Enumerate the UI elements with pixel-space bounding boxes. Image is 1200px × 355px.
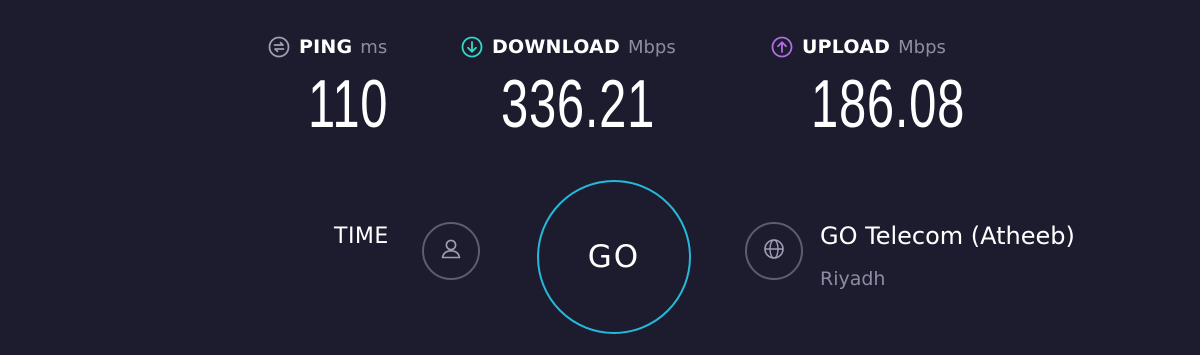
ping-value: 110: [308, 66, 389, 142]
globe-icon: [761, 236, 787, 266]
go-button[interactable]: GO: [537, 180, 691, 334]
user-button[interactable]: [422, 222, 480, 280]
upload-unit: Mbps: [898, 36, 946, 58]
ping-icon: [268, 36, 290, 58]
upload-metric: UPLOAD Mbps 186.08: [771, 34, 964, 142]
upload-label: UPLOAD: [802, 36, 891, 58]
download-value: 336.21: [501, 66, 656, 142]
ping-label: PING: [299, 36, 353, 58]
ping-header: PING ms: [268, 34, 387, 60]
go-label: GO: [587, 239, 641, 275]
ping-metric: PING ms 110: [268, 34, 388, 142]
upload-value: 186.08: [811, 66, 966, 142]
download-unit: Mbps: [627, 36, 676, 58]
time-label: TIME: [334, 224, 389, 249]
ping-unit: ms: [360, 36, 388, 58]
download-header: DOWNLOAD Mbps: [461, 34, 676, 60]
isp-name[interactable]: GO Telecom (Atheeb): [820, 222, 1075, 250]
download-metric: DOWNLOAD Mbps 336.21: [461, 34, 676, 142]
server-location[interactable]: Riyadh: [820, 268, 885, 290]
upload-header: UPLOAD Mbps: [771, 34, 946, 60]
download-arrow-icon: [461, 36, 483, 58]
download-label: DOWNLOAD: [492, 36, 620, 58]
upload-arrow-icon: [771, 36, 793, 58]
change-server-button[interactable]: [745, 222, 803, 280]
speedtest-panel: PING ms 110 DOWNLOAD Mbps 336.21 UPLOAD …: [0, 0, 1200, 355]
user-icon: [438, 236, 464, 266]
